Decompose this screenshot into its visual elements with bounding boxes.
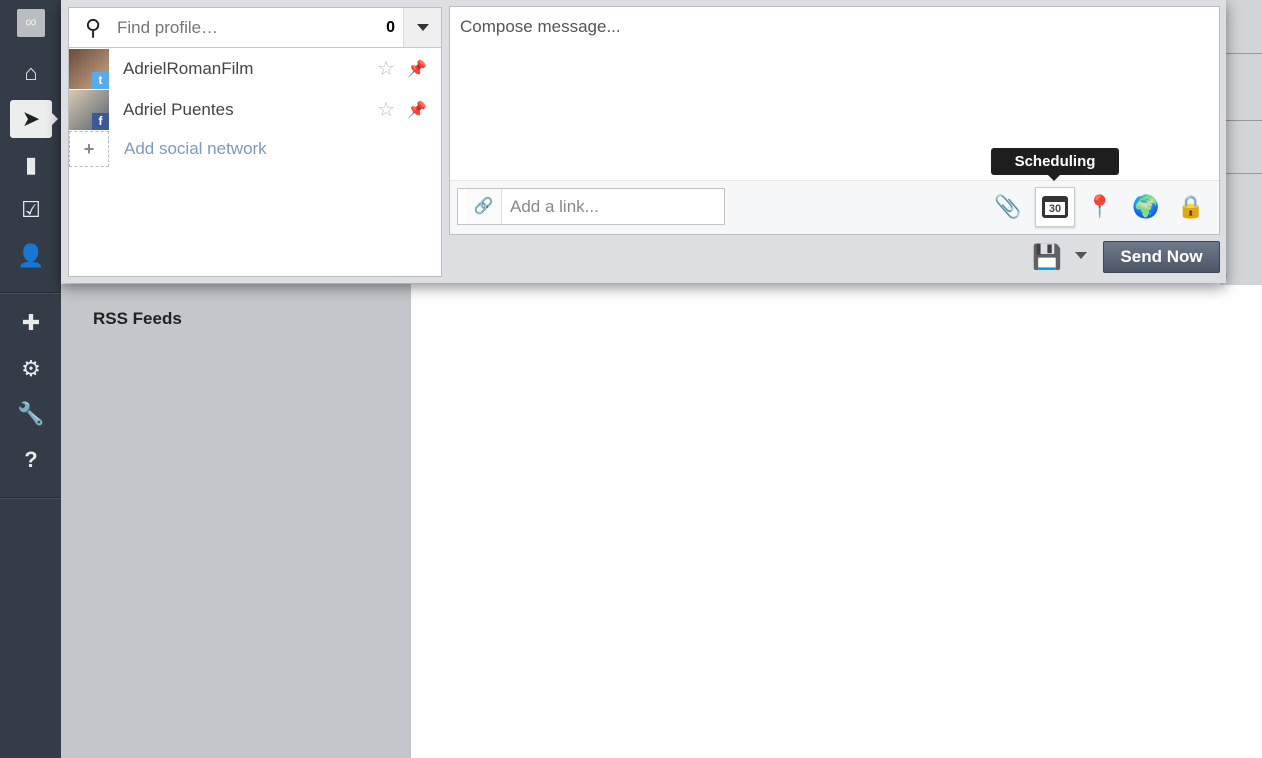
- left-nav: ∞ ⌂ ➤ ▮ ☑ 👤 ✚ ⚙ 🔧 ?: [0, 0, 61, 758]
- avatar: f: [69, 89, 109, 130]
- add-link-placeholder: Add a link...: [510, 196, 599, 216]
- scheduling-tooltip: Scheduling: [991, 148, 1119, 181]
- add-social-network-link[interactable]: Add social network: [124, 139, 267, 159]
- profile-dropdown-button[interactable]: [403, 8, 441, 47]
- nav-divider: [0, 292, 61, 294]
- background-tabs: [1220, 0, 1262, 285]
- globe-icon[interactable]: 🌍: [1126, 187, 1166, 227]
- owl-logo-icon[interactable]: ∞: [17, 9, 45, 37]
- chevron-down-icon: [1075, 252, 1087, 259]
- profile-name: Adriel Puentes: [123, 99, 234, 119]
- add-social-network[interactable]: + Add social network: [69, 130, 441, 168]
- rss-feeds-title: RSS Feeds: [93, 309, 182, 328]
- link-icon: 🔗: [466, 189, 502, 224]
- profile-search: ⚲ 0: [69, 8, 441, 48]
- compose-toolbar: 🔗 Add a link... 📎 30 📍 🌍 🔒: [450, 180, 1219, 234]
- compose-panel: ⚲ 0 t AdrielRomanFilm ☆ 📌 f Adriel Puent…: [61, 0, 1226, 283]
- help-icon[interactable]: ?: [10, 441, 52, 479]
- search-icon: ⚲: [84, 14, 102, 40]
- apps-icon[interactable]: ✚: [10, 304, 52, 342]
- calendar-icon: 30: [1042, 196, 1068, 218]
- selected-count: 0: [386, 18, 395, 36]
- tools-icon[interactable]: 🔧: [10, 395, 52, 433]
- settings-icon[interactable]: ⚙: [10, 350, 52, 388]
- send-now-button[interactable]: Send Now: [1103, 241, 1220, 273]
- home-icon[interactable]: ⌂: [10, 54, 52, 92]
- add-link-input[interactable]: 🔗 Add a link...: [457, 188, 725, 225]
- facebook-icon: f: [92, 112, 109, 130]
- compose-message-input[interactable]: Compose message...: [460, 17, 621, 37]
- compose-icon[interactable]: ➤: [10, 100, 58, 138]
- profile-item[interactable]: t AdrielRomanFilm ☆ 📌: [69, 48, 441, 89]
- analytics-icon[interactable]: ▮: [10, 146, 52, 184]
- lock-icon[interactable]: 🔒: [1171, 187, 1211, 227]
- plus-icon: +: [69, 131, 109, 167]
- chevron-down-icon: [416, 24, 429, 31]
- contacts-icon[interactable]: 👤: [10, 237, 52, 275]
- avatar: t: [69, 48, 109, 89]
- assignments-icon[interactable]: ☑: [10, 191, 52, 229]
- profile-item[interactable]: f Adriel Puentes ☆ 📌: [69, 89, 441, 130]
- save-options-dropdown[interactable]: [1075, 252, 1087, 259]
- pin-icon[interactable]: 📌: [407, 59, 427, 79]
- location-icon[interactable]: 📍: [1080, 187, 1120, 227]
- message-composer[interactable]: Compose message... 🔗 Add a link... 📎 30 …: [449, 6, 1220, 235]
- nav-divider: [0, 497, 61, 499]
- find-profile-input[interactable]: [117, 17, 367, 38]
- twitter-icon: t: [92, 71, 109, 89]
- star-icon[interactable]: ☆: [377, 97, 395, 122]
- pin-icon[interactable]: 📌: [407, 100, 427, 120]
- profile-name: AdrielRomanFilm: [123, 58, 254, 78]
- attachment-icon[interactable]: 📎: [988, 187, 1028, 227]
- save-draft-icon[interactable]: 💾: [1032, 243, 1062, 272]
- star-icon[interactable]: ☆: [377, 56, 395, 81]
- profile-selector: ⚲ 0 t AdrielRomanFilm ☆ 📌 f Adriel Puent…: [68, 7, 442, 277]
- rss-sidebar: RSS Feeds: [61, 284, 411, 758]
- scheduling-button[interactable]: 30: [1035, 187, 1075, 227]
